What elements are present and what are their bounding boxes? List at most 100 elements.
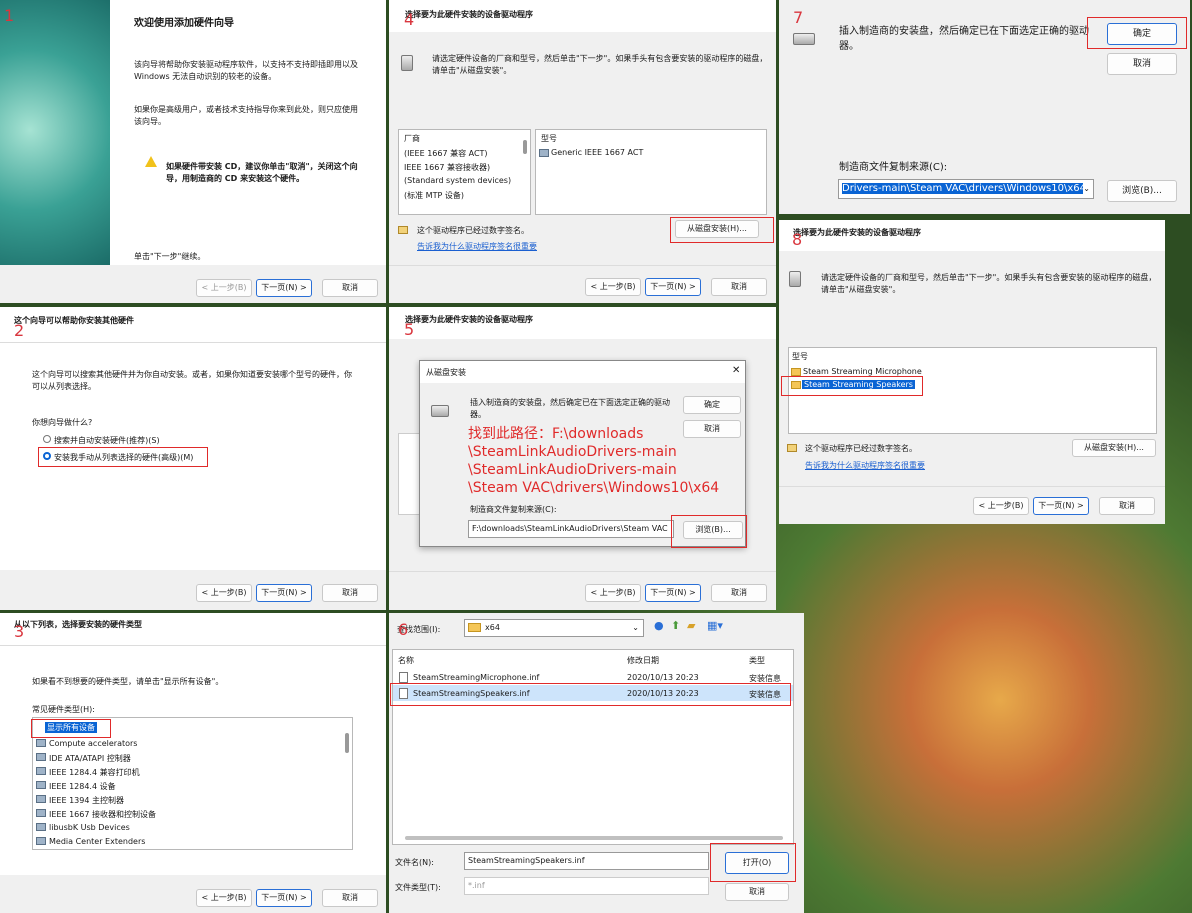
back-button[interactable]: < 上一步(B)	[196, 584, 252, 602]
scrollbar[interactable]	[523, 140, 527, 154]
filetype-select[interactable]: *.inf	[464, 877, 709, 895]
file-list[interactable]: 名称 修改日期 类型 SteamStreamingMicrophone.inf …	[392, 649, 794, 845]
dialog-cancel-button[interactable]: 取消	[683, 420, 741, 438]
cancel-button[interactable]: 取消	[1099, 497, 1155, 515]
back-button[interactable]: < 上一步(B)	[196, 889, 252, 907]
list-item[interactable]: IEEE 1284.4 兼容打印机	[49, 767, 140, 778]
device-icon	[36, 781, 46, 789]
list-item[interactable]: IEEE 1667 兼容接收器)	[404, 162, 490, 173]
driver-icon	[791, 368, 801, 376]
cancel-button[interactable]: 取消	[711, 278, 767, 296]
model-list[interactable]: 型号 Generic IEEE 1667 ACT	[535, 129, 767, 215]
type-title: 从以下列表，选择要安装的硬件类型	[14, 620, 142, 629]
filetype-label: 文件类型(T):	[395, 883, 441, 892]
list-item[interactable]: Media Center Extenders	[49, 837, 145, 846]
driver-desc-l2: 请单击"从磁盘安装"。	[821, 285, 901, 294]
next-button[interactable]: 下一页(N) >	[645, 278, 701, 296]
radio-auto-label: 搜索并自动安装硬件(推荐)(S)	[54, 436, 160, 445]
back-button[interactable]: < 上一步(B)	[585, 278, 641, 296]
device-icon	[36, 823, 46, 831]
divider	[0, 645, 386, 646]
cancel-button[interactable]: 取消	[322, 584, 378, 602]
file-icon	[399, 672, 408, 683]
have-disk-button[interactable]: 从磁盘安装(H)...	[1072, 439, 1156, 457]
file-name[interactable]: SteamStreamingMicrophone.inf	[413, 673, 539, 682]
warn-l2: 导，用制造商的 CD 来安装这个硬件。	[166, 174, 305, 183]
scrollbar[interactable]	[345, 733, 349, 753]
new-folder-icon[interactable]: ▰	[687, 619, 695, 632]
next-button[interactable]: 下一页(N) >	[645, 584, 701, 602]
back-button[interactable]: < 上一步(B)	[973, 497, 1029, 515]
warning-icon	[145, 156, 157, 167]
signing-link[interactable]: 告诉我为什么驱动程序签名很重要	[805, 460, 925, 471]
path-note-l1: 找到此路径：F:\downloads	[468, 426, 644, 442]
browse-button[interactable]: 浏览(B)...	[1107, 180, 1177, 202]
list-item[interactable]: Steam Streaming Microphone	[803, 367, 922, 376]
signed-text: 这个驱动程序已经过数字签名。	[805, 444, 917, 453]
list-item[interactable]: IEEE 1394 主控制器	[49, 795, 124, 806]
cancel-button[interactable]: 取消	[322, 279, 378, 297]
list-item[interactable]: IDE ATA/ATAPI 控制器	[49, 753, 131, 764]
ok-button[interactable]: 确定	[683, 396, 741, 414]
driver-desc-l1: 请选定硬件设备的厂商和型号，然后单击"下一步"。如果手头有包含要安装的驱动程序的…	[821, 273, 1157, 282]
look-in-select[interactable]: x64 ⌄	[464, 619, 644, 637]
dialog-msg-l2: 器。	[470, 410, 486, 419]
welcome-para1-l1: 该向导将帮助你安装驱动程序软件，以支持不支持即插即用以及	[134, 60, 358, 69]
device-icon	[36, 837, 46, 845]
radio-auto[interactable]	[43, 435, 51, 443]
list-item[interactable]: libusbK Usb Devices	[49, 823, 130, 832]
view-menu-icon[interactable]: ▦▾	[707, 619, 723, 632]
highlight-box	[670, 217, 774, 243]
wizard-welcome-panel: 欢迎使用添加硬件向导 该向导将帮助你安装驱动程序软件，以支持不支持即插即用以及 …	[0, 0, 386, 303]
list-item[interactable]: IEEE 1284.4 设备	[49, 781, 116, 792]
dialog-msg-l1: 插入制造商的安装盘，然后确定已在下面选定正确的驱动	[470, 398, 670, 407]
filename-input[interactable]: SteamStreamingSpeakers.inf	[464, 852, 709, 870]
col-date[interactable]: 修改日期	[627, 655, 659, 666]
signing-link[interactable]: 告诉我为什么驱动程序签名很重要	[417, 241, 537, 252]
list-item[interactable]: IEEE 1667 接收器和控制设备	[49, 809, 156, 820]
horizontal-scrollbar[interactable]	[405, 836, 783, 840]
list-item[interactable]: (标准 MTP 设备)	[404, 190, 464, 201]
step-number-3: 3	[14, 622, 25, 641]
step-number-8: 8	[792, 230, 803, 249]
driver-desc-l2: 请单击"从磁盘安装"。	[432, 66, 512, 75]
disk-icon	[401, 55, 413, 71]
path-input[interactable]: Drivers-main\Steam VAC\drivers\Windows10…	[838, 179, 1094, 199]
step-number-5: 5	[404, 320, 415, 339]
cancel-button[interactable]: 取消	[322, 889, 378, 907]
next-button[interactable]: 下一页(N) >	[1033, 497, 1089, 515]
file-cancel-button[interactable]: 取消	[725, 883, 789, 901]
disk-msg-l2: 器。	[839, 41, 859, 52]
list-item[interactable]: (IEEE 1667 兼容 ACT)	[404, 148, 488, 159]
device-icon	[36, 795, 46, 803]
divider	[0, 342, 386, 343]
next-button[interactable]: 下一页(N) >	[256, 279, 312, 297]
device-icon	[539, 149, 549, 157]
list-item[interactable]: Generic IEEE 1667 ACT	[551, 148, 643, 157]
back-button[interactable]: < 上一步(B)	[196, 279, 252, 297]
manufacturer-list[interactable]: 厂商 (IEEE 1667 兼容 ACT) IEEE 1667 兼容接收器) (…	[398, 129, 531, 215]
back-nav-icon[interactable]: ●	[654, 619, 664, 632]
list-item[interactable]: Compute accelerators	[49, 739, 137, 748]
device-icon	[36, 809, 46, 817]
back-button[interactable]: < 上一步(B)	[585, 584, 641, 602]
cancel-button[interactable]: 取消	[711, 584, 767, 602]
up-folder-icon[interactable]: ⬆	[671, 619, 680, 632]
driver-select-final-panel: 选择要为此硬件安装的设备驱动程序 请选定硬件设备的厂商和型号，然后单击"下一步"…	[779, 220, 1165, 524]
close-icon[interactable]: ✕	[732, 365, 740, 376]
path-note-l3: \SteamLinkAudioDrivers-main	[468, 462, 677, 478]
welcome-para1-l2: Windows 无法自动识别的较老的设备。	[134, 72, 277, 81]
filename-label: 文件名(N):	[395, 858, 434, 867]
model-header: 型号	[541, 134, 557, 143]
highlight-box	[710, 843, 796, 882]
cancel-button[interactable]: 取消	[1107, 53, 1177, 75]
col-name[interactable]: 名称	[398, 655, 414, 666]
path-input[interactable]: F:\downloads\SteamLinkAudioDrivers\Steam…	[468, 520, 674, 538]
next-button[interactable]: 下一页(N) >	[256, 889, 312, 907]
certificate-icon	[398, 226, 408, 234]
signed-text: 这个驱动程序已经过数字签名。	[417, 226, 529, 235]
list-item[interactable]: (Standard system devices)	[404, 176, 511, 185]
col-type[interactable]: 类型	[749, 655, 765, 666]
next-button[interactable]: 下一页(N) >	[256, 584, 312, 602]
chevron-down-icon: ⌄	[632, 623, 639, 632]
